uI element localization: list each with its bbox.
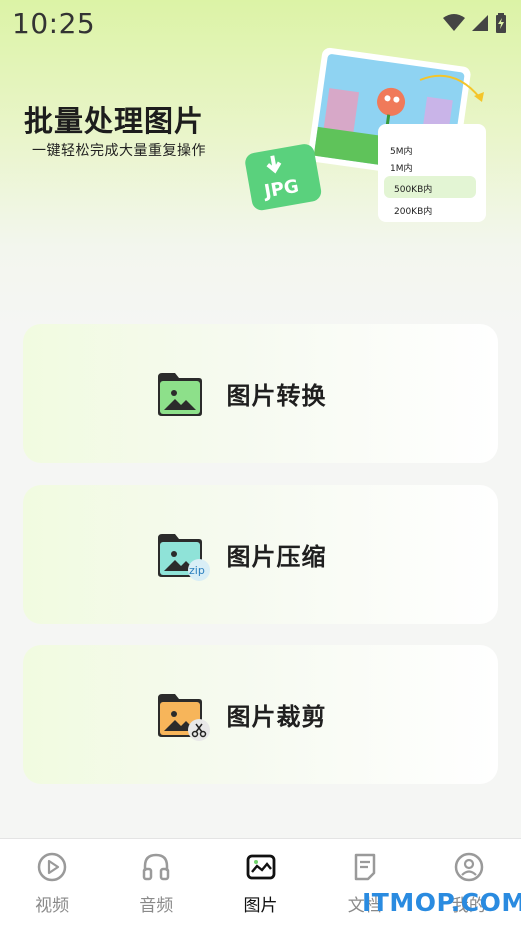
document-icon	[354, 853, 375, 881]
hero-illustration: 5M内 1M内 500KB内 200KB内 JPG	[245, 47, 486, 222]
nav-item-image[interactable]: 图片	[208, 839, 312, 926]
size-option-text: 500KB内	[394, 183, 432, 195]
hero-title: 批量处理图片	[24, 104, 205, 138]
wifi-icon	[443, 14, 465, 31]
size-option-text: 5M内	[390, 145, 413, 157]
image-crop-label: 图片裁剪	[226, 703, 327, 731]
nav-item-video[interactable]: 视频	[0, 839, 104, 926]
image-convert-label: 图片转换	[226, 382, 327, 410]
battery-icon	[496, 13, 506, 33]
nav-item-audio[interactable]: 音频	[104, 839, 208, 926]
image-compress-label: 图片压缩	[226, 543, 327, 571]
image-scissors-folder-icon	[155, 690, 210, 741]
image-convert-card[interactable]: 图片转换	[23, 324, 498, 463]
status-time: 10:25	[12, 6, 96, 40]
image-crop-card[interactable]: 图片裁剪	[23, 645, 498, 784]
size-option-text: 1M内	[390, 162, 413, 174]
image-compress-card[interactable]: zip 图片压缩	[23, 485, 498, 624]
nav-label: 图片	[243, 896, 278, 916]
image-icon	[246, 854, 275, 880]
zip-badge-text: zip	[189, 564, 205, 577]
nav-label: 视频	[35, 896, 70, 916]
headphones-icon	[143, 853, 170, 881]
image-folder-icon	[155, 369, 205, 419]
watermark: ITMOP.COM	[362, 888, 521, 917]
profile-icon	[454, 852, 484, 882]
hero-subtitle: 一键轻松完成大量重复操作	[32, 143, 206, 159]
signal-icon	[472, 15, 488, 31]
nav-label: 音频	[139, 896, 174, 916]
play-circle-icon	[37, 852, 67, 882]
status-icons	[443, 13, 507, 33]
size-option-text: 200KB内	[394, 205, 432, 217]
image-zip-folder-icon: zip	[155, 530, 210, 581]
